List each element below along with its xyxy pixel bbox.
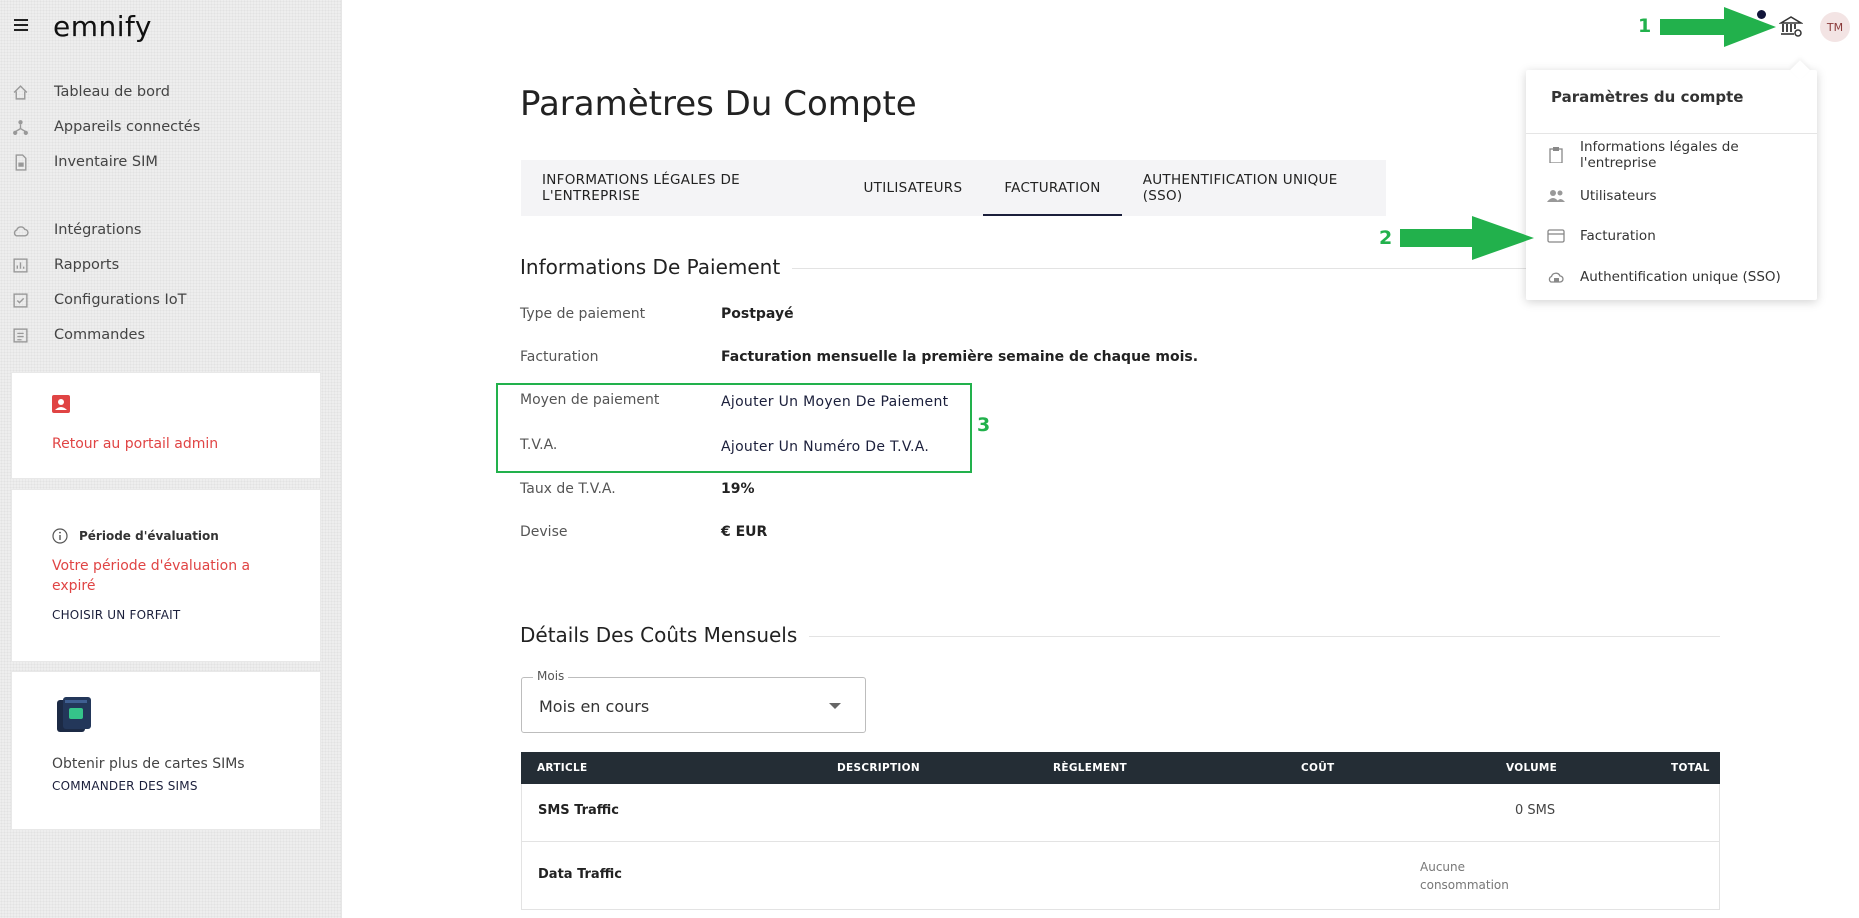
dropdown-divider bbox=[1526, 133, 1817, 134]
table-row: SMS Traffic 0 SMS bbox=[521, 784, 1720, 842]
chevron-down-icon bbox=[829, 703, 841, 709]
order-sims-link[interactable]: COMMANDER DES SIMS bbox=[52, 779, 198, 793]
dropdown-title: Paramètres du compte bbox=[1551, 88, 1744, 106]
document-icon bbox=[13, 328, 28, 343]
monthly-costs-table: ARTICLE DESCRIPTION RÈGLEMENT COÛT VOLUM… bbox=[521, 752, 1720, 910]
sidebar: emnify Tableau de bord Appareils connect… bbox=[0, 0, 342, 918]
row-volume: Aucune consommation bbox=[1420, 860, 1509, 892]
choose-plan-link[interactable]: CHOISIR UN FORFAIT bbox=[52, 608, 180, 622]
currency-label: Devise bbox=[520, 524, 568, 540]
annotation-arrow-1 bbox=[1660, 7, 1776, 47]
order-sims-card: Obtenir plus de cartes SIMs COMMANDER DE… bbox=[11, 671, 321, 830]
payment-section-title: Informations De Paiement bbox=[520, 255, 793, 279]
month-select-value: Mois en cours bbox=[539, 697, 650, 716]
annotation-1: 1 bbox=[1638, 15, 1652, 37]
users-icon bbox=[1547, 190, 1565, 202]
sidebar-item-reports[interactable]: Rapports bbox=[0, 248, 330, 282]
cloud-lock-icon bbox=[1548, 272, 1564, 283]
admin-portal-card: Retour au portail admin bbox=[11, 372, 321, 479]
dropdown-item-label: Utilisateurs bbox=[1580, 188, 1657, 204]
dropdown-item-billing[interactable]: Facturation bbox=[1526, 217, 1817, 255]
back-to-admin-link[interactable]: Retour au portail admin bbox=[52, 436, 218, 452]
vat-rate-value: 19% bbox=[721, 481, 755, 497]
annotation-3: 3 bbox=[977, 414, 991, 436]
monthly-costs-title: Détails Des Coûts Mensuels bbox=[520, 623, 810, 647]
sidebar-item-integrations[interactable]: Intégrations bbox=[0, 213, 330, 247]
vat-rate-label: Taux de T.V.A. bbox=[520, 481, 616, 497]
column-rule: RÈGLEMENT bbox=[1053, 762, 1128, 774]
column-description: DESCRIPTION bbox=[837, 762, 920, 774]
page-title: Paramètres Du Compte bbox=[520, 84, 917, 124]
sidebar-item-label: Rapports bbox=[54, 257, 120, 273]
billing-value: Facturation mensuelle la première semain… bbox=[721, 349, 1199, 365]
account-settings-dropdown: Paramètres du compte Informations légale… bbox=[1526, 70, 1817, 300]
payment-type-value: Postpayé bbox=[721, 306, 794, 322]
network-icon bbox=[13, 120, 28, 135]
annotation-arrow-2 bbox=[1400, 216, 1534, 260]
row-volume: 0 SMS bbox=[1515, 803, 1556, 818]
checklist-icon bbox=[13, 293, 28, 308]
row-article: Data Traffic bbox=[538, 867, 622, 882]
sidebar-item-label: Configurations IoT bbox=[54, 292, 187, 308]
user-avatar[interactable]: TM bbox=[1820, 12, 1850, 42]
dropdown-item-legal-information[interactable]: Informations légales de l'entreprise bbox=[1526, 136, 1817, 174]
clipboard-icon bbox=[1549, 147, 1563, 163]
billing-label: Facturation bbox=[520, 349, 599, 365]
get-more-sims-text: Obtenir plus de cartes SIMs bbox=[52, 756, 245, 772]
info-icon bbox=[52, 528, 68, 544]
app-logo[interactable]: emnify bbox=[53, 10, 152, 43]
home-icon bbox=[13, 85, 28, 100]
column-article: ARTICLE bbox=[537, 762, 588, 774]
tab-billing[interactable]: FACTURATION bbox=[983, 160, 1123, 216]
dropdown-item-label: Authentification unique (SSO) bbox=[1580, 269, 1781, 285]
dropdown-item-label: Informations légales de l'entreprise bbox=[1580, 139, 1739, 171]
currency-value: € EUR bbox=[721, 524, 768, 540]
sidebar-item-label: Commandes bbox=[54, 327, 146, 343]
month-select-legend: Mois bbox=[533, 669, 569, 683]
sidebar-item-label: Tableau de bord bbox=[54, 84, 170, 100]
payment-type-label: Type de paiement bbox=[520, 306, 646, 322]
sidebar-item-label: Appareils connectés bbox=[54, 119, 201, 135]
trial-expired-message: Votre période d'évaluation a expiré bbox=[52, 558, 251, 594]
sidebar-item-orders[interactable]: Commandes bbox=[0, 318, 330, 352]
tab-users[interactable]: UTILISATEURS bbox=[843, 160, 984, 216]
credit-card-icon bbox=[1547, 229, 1565, 243]
dropdown-item-label: Facturation bbox=[1580, 228, 1656, 244]
sidebar-item-sim-inventory[interactable]: Inventaire SIM bbox=[0, 145, 330, 179]
trial-title: Période d'évaluation bbox=[79, 529, 219, 543]
dropdown-item-users[interactable]: Utilisateurs bbox=[1526, 177, 1817, 215]
cloud-icon bbox=[13, 226, 29, 237]
annotation-2: 2 bbox=[1379, 227, 1393, 249]
report-icon bbox=[13, 258, 28, 273]
sidebar-item-iot-configurations[interactable]: Configurations IoT bbox=[0, 283, 330, 317]
sidebar-item-label: Inventaire SIM bbox=[54, 154, 158, 170]
menu-icon[interactable] bbox=[14, 19, 28, 34]
row-article: SMS Traffic bbox=[538, 803, 620, 818]
sidebar-item-dashboard[interactable]: Tableau de bord bbox=[0, 75, 330, 109]
table-row: Data Traffic Aucune consommation bbox=[521, 842, 1720, 910]
annotation-highlight-box bbox=[496, 383, 972, 473]
trial-period-card: Période d'évaluation Votre période d'éva… bbox=[11, 489, 321, 662]
table-header: ARTICLE DESCRIPTION RÈGLEMENT COÛT VOLUM… bbox=[521, 752, 1720, 784]
bank-settings-icon[interactable] bbox=[1779, 14, 1803, 38]
column-cost: COÛT bbox=[1301, 762, 1335, 774]
admin-user-icon bbox=[52, 395, 70, 413]
sim-cards-illustration bbox=[57, 697, 91, 732]
tab-sso[interactable]: AUTHENTIFICATION UNIQUE (SSO) bbox=[1122, 160, 1386, 216]
sim-card-icon bbox=[15, 154, 27, 171]
sidebar-item-devices[interactable]: Appareils connectés bbox=[0, 110, 330, 144]
dropdown-item-sso[interactable]: Authentification unique (SSO) bbox=[1526, 258, 1817, 296]
settings-tabs: INFORMATIONS LÉGALES DE L'ENTREPRISE UTI… bbox=[521, 160, 1386, 216]
tab-legal-information[interactable]: INFORMATIONS LÉGALES DE L'ENTREPRISE bbox=[521, 160, 843, 216]
column-total: TOTAL bbox=[1671, 762, 1710, 774]
column-volume: VOLUME bbox=[1506, 762, 1558, 774]
month-select[interactable]: Mois Mois en cours bbox=[521, 669, 866, 733]
sidebar-item-label: Intégrations bbox=[54, 222, 142, 238]
